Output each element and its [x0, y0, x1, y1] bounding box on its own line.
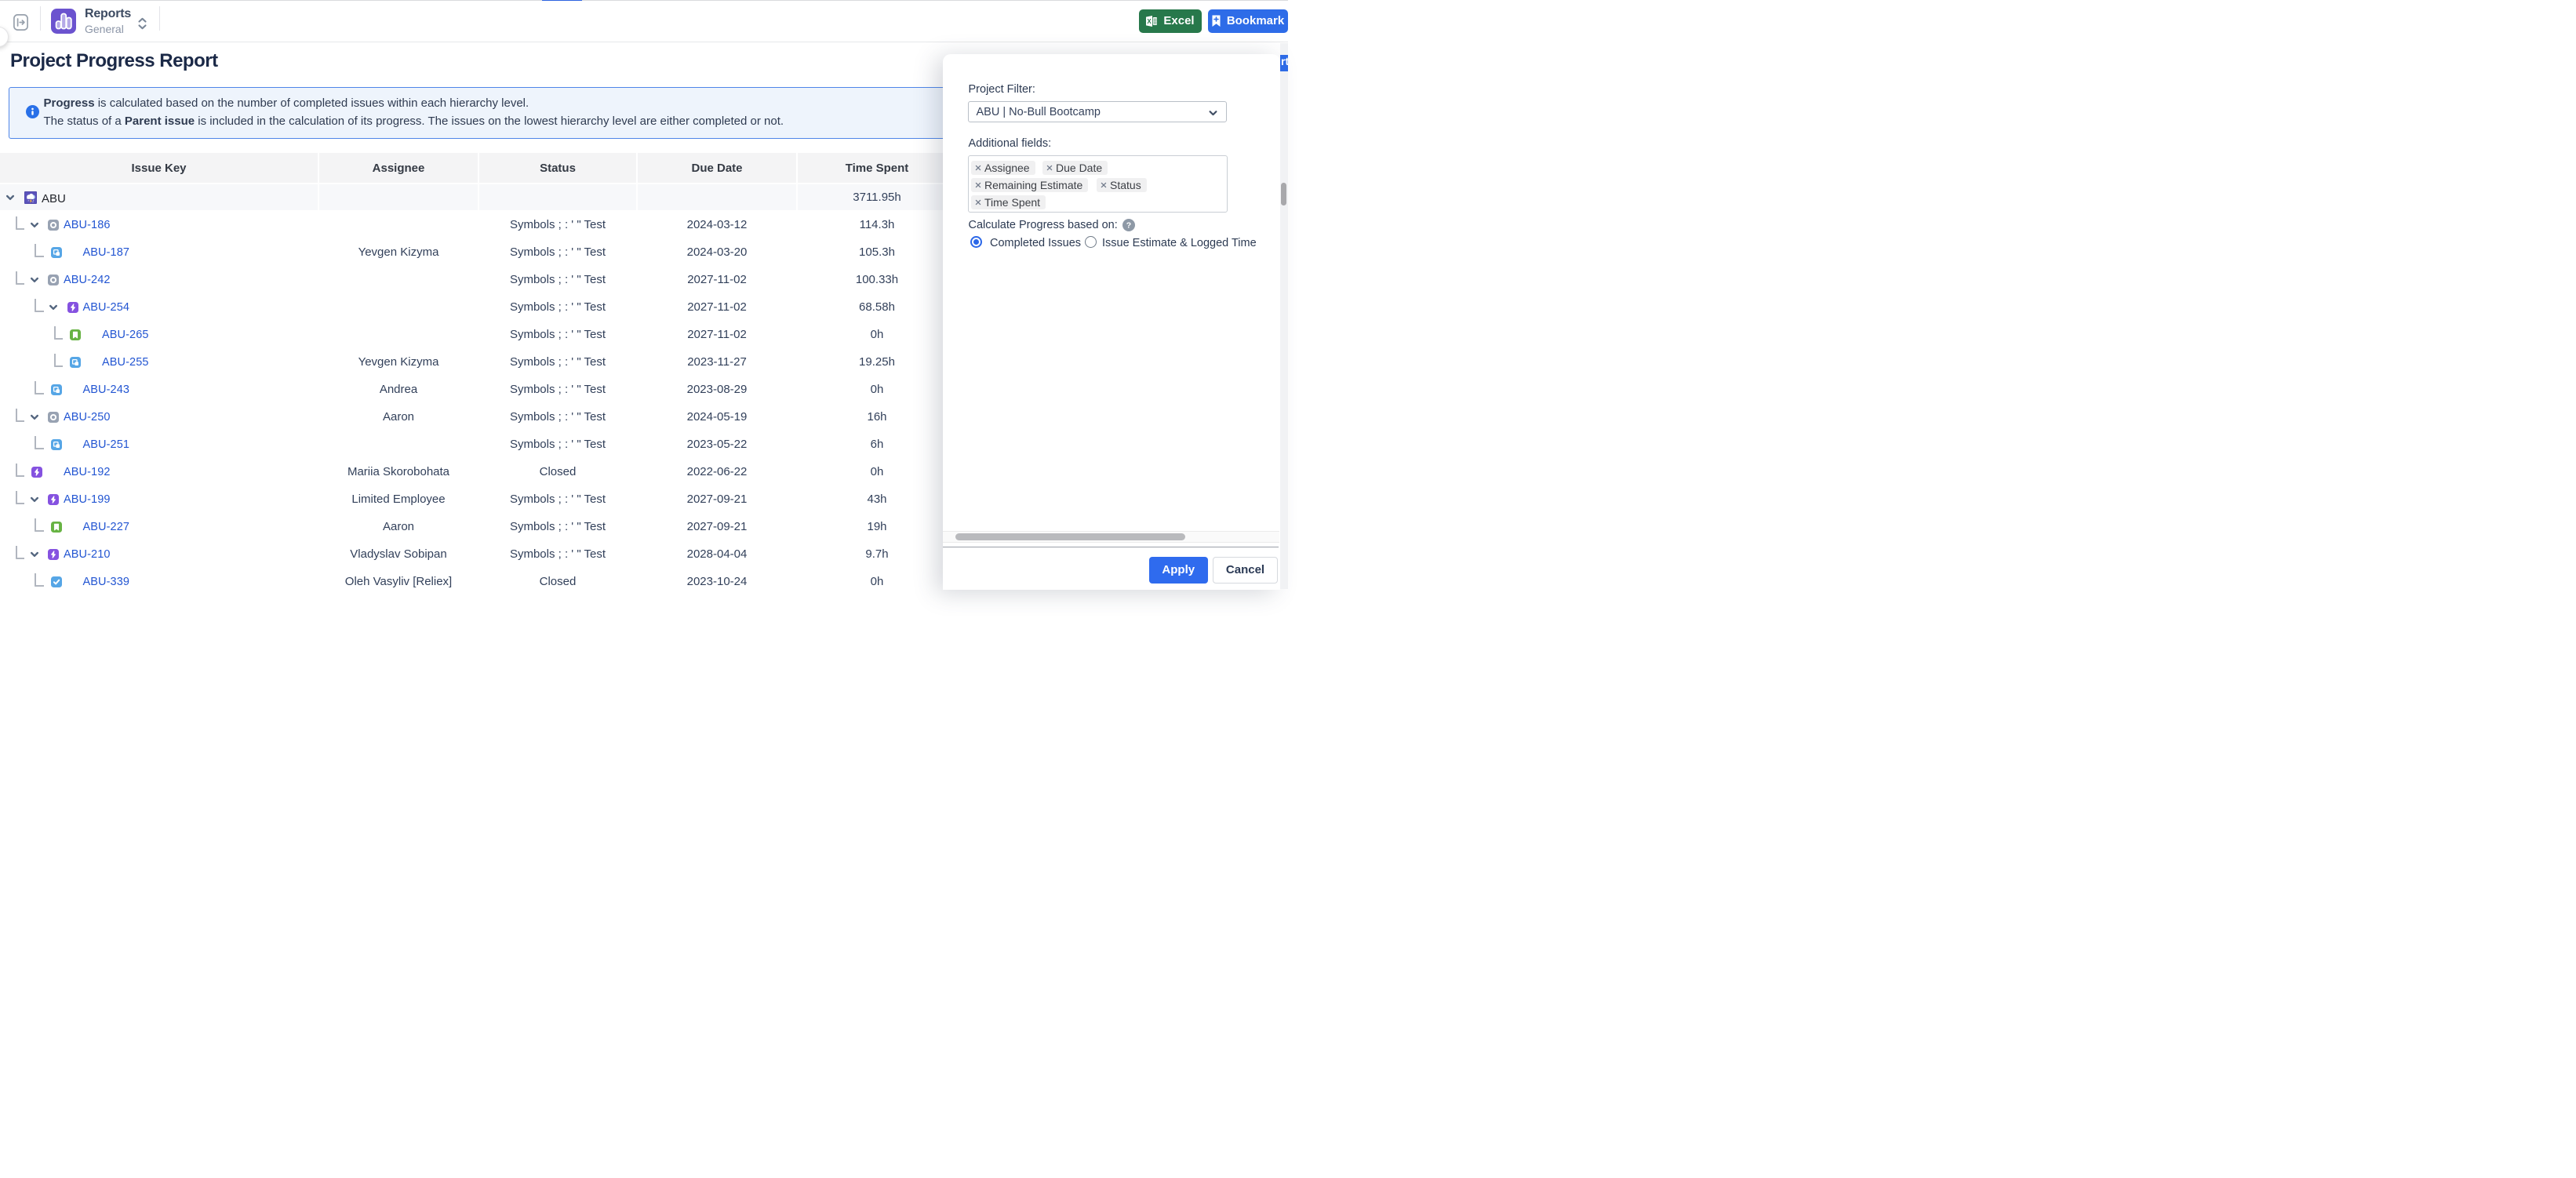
- svg-text:?: ?: [1126, 221, 1130, 231]
- svg-text:X: X: [1148, 18, 1152, 25]
